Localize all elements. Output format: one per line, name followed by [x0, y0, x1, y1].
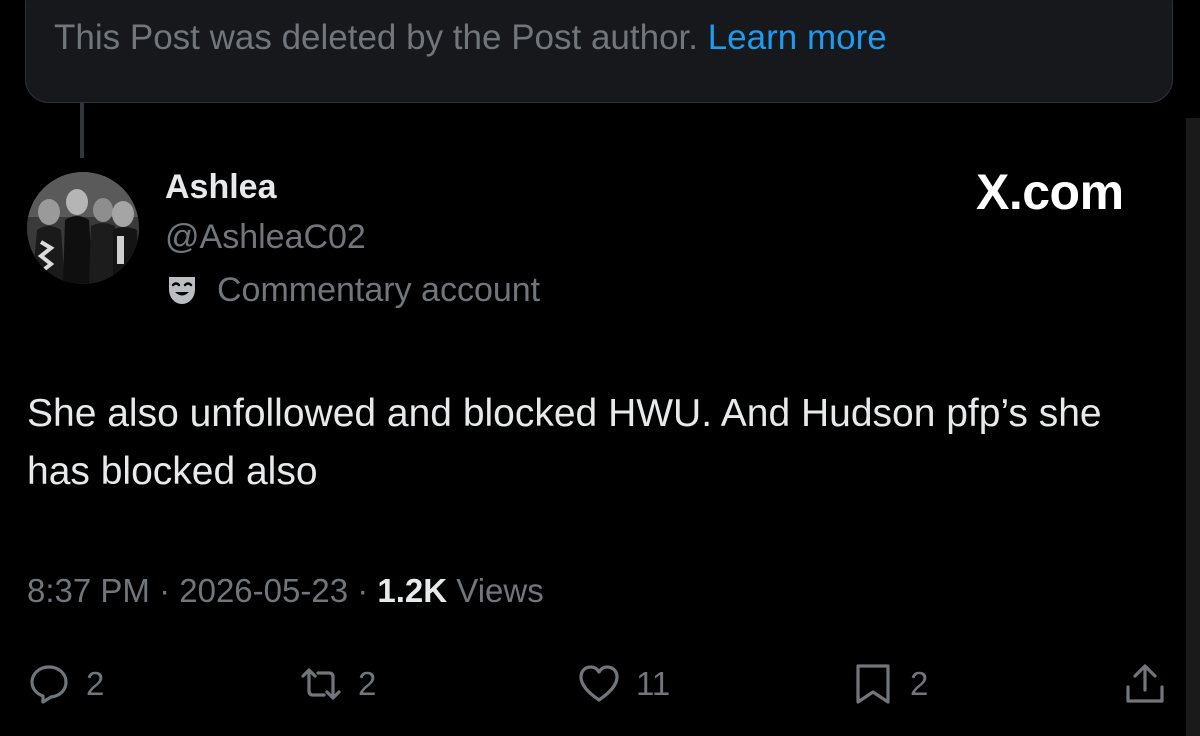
repost-count: 2 [358, 665, 377, 702]
repost-button[interactable]: 2 [298, 658, 376, 710]
tweet-screen: This Post was deleted by the Post author… [0, 0, 1200, 736]
reply-button[interactable]: 2 [26, 658, 104, 710]
post-date[interactable]: 2026-05-23 [179, 572, 348, 609]
author-display-name[interactable]: Ashlea [165, 168, 277, 207]
avatar[interactable] [27, 172, 139, 284]
reply-icon [30, 665, 68, 704]
deleted-post-notice: This Post was deleted by the Post author… [54, 18, 887, 58]
share-icon [1126, 664, 1164, 703]
author-handle[interactable]: @AshleaC02 [165, 218, 366, 257]
repost-icon [301, 668, 341, 700]
bookmark-button[interactable]: 2 [850, 658, 928, 710]
xcom-watermark: X.com [976, 164, 1124, 220]
account-label-text: Commentary account [217, 270, 541, 309]
post-meta: 8:37 PM · 2026-05-23 · 1.2K Views [27, 572, 544, 610]
bookmark-count: 2 [910, 665, 929, 702]
post-time[interactable]: 8:37 PM [27, 572, 150, 609]
reply-count: 2 [86, 665, 105, 702]
share-button[interactable] [1122, 658, 1168, 710]
views-label: Views [456, 572, 544, 609]
learn-more-link[interactable]: Learn more [708, 18, 887, 57]
heart-icon [579, 665, 619, 702]
scrollbar[interactable] [1186, 118, 1200, 736]
meta-separator: · [159, 572, 171, 609]
thread-connector-line [80, 103, 84, 158]
like-count: 11 [636, 665, 671, 702]
theater-mask-icon [169, 277, 195, 304]
account-label[interactable]: Commentary account [165, 270, 540, 310]
meta-separator: · [357, 572, 369, 609]
like-button[interactable]: 11 [576, 658, 670, 710]
bookmark-icon [856, 664, 890, 704]
views-count: 1.2K [377, 572, 448, 609]
deleted-post-text: This Post was deleted by the Post author… [54, 18, 698, 57]
post-text: She also unfollowed and blocked HWU. And… [27, 392, 1102, 493]
